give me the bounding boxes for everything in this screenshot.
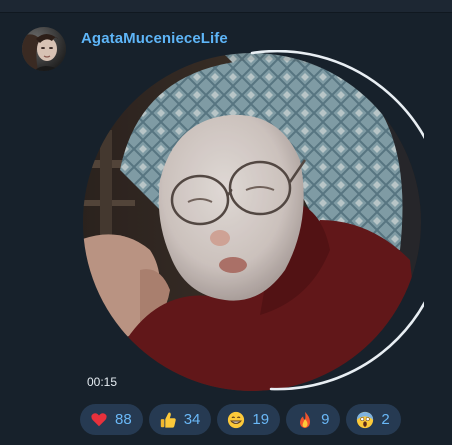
reaction-screaming[interactable]: 2 (346, 404, 401, 435)
grinning-face-icon (228, 411, 245, 428)
video-duration: 00:15 (87, 375, 118, 389)
reactions-bar: 88 34 19 9 2 (80, 404, 401, 435)
reaction-count: 88 (115, 411, 132, 428)
reaction-grinning[interactable]: 19 (217, 404, 281, 435)
previous-message-strip (0, 0, 452, 13)
thumbs-up-icon (160, 412, 176, 428)
reaction-count: 2 (381, 411, 390, 428)
reaction-count: 9 (321, 411, 330, 428)
author-avatar[interactable] (22, 27, 66, 71)
heart-icon (91, 412, 107, 426)
reaction-count: 34 (183, 411, 201, 428)
reaction-thumbs-up[interactable]: 34 (148, 404, 212, 435)
screaming-face-icon (357, 411, 374, 428)
reaction-heart[interactable]: 88 (80, 404, 143, 435)
round-video-message[interactable] (80, 50, 424, 394)
author-name[interactable]: AgataMuceniecеLife (81, 30, 228, 47)
fire-icon (300, 411, 311, 428)
reaction-count: 19 (252, 411, 270, 428)
reaction-fire[interactable]: 9 (286, 404, 341, 435)
